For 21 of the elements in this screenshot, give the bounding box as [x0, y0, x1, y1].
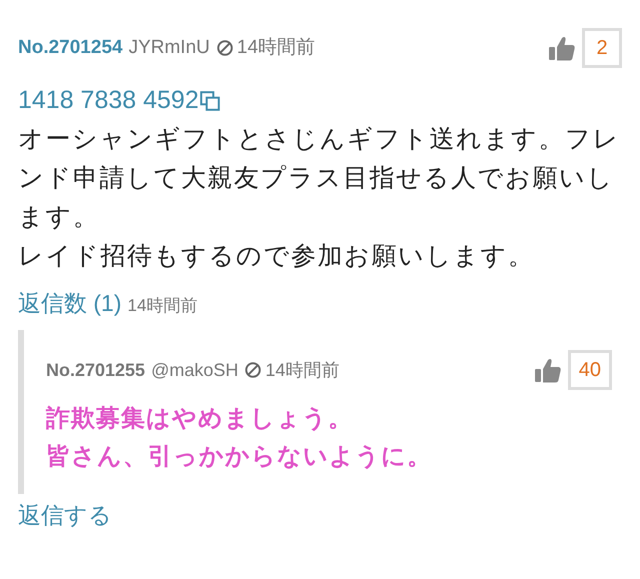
post-body: レイド招待もするので参加お願いします。	[18, 240, 536, 272]
like-count: 40	[568, 350, 612, 390]
friend-code[interactable]: 1418 7838 4592	[18, 82, 199, 120]
reply-text: 詐欺募集はやめましょう。	[46, 404, 354, 434]
thumbs-up-icon[interactable]	[548, 35, 576, 61]
thumbs-up-icon[interactable]	[534, 357, 562, 383]
post-number: No.2701255	[46, 358, 146, 382]
ban-icon[interactable]	[216, 39, 234, 57]
ban-icon[interactable]	[244, 361, 262, 379]
copy-icon[interactable]	[198, 90, 221, 112]
post-time: 14時間前	[236, 36, 316, 60]
user-id: JYRmInU	[128, 36, 210, 60]
reply-text: 皆さん、引っかからないように。	[46, 442, 433, 472]
user-id: @makoSH	[151, 358, 238, 382]
post-body: オーシャンギフトとさじんギフト送れます。フレンド申請して大親友プラス目指せる人でお願いします。	[18, 124, 621, 232]
post-number: No.2701254	[18, 36, 123, 60]
reply-link[interactable]: 返信する	[18, 498, 622, 532]
post-time: 14時間前	[265, 358, 340, 382]
like-count: 2	[582, 28, 622, 68]
replies-time: 14時間前	[128, 294, 198, 316]
replies-link[interactable]: 返信数 (1)	[18, 286, 122, 320]
